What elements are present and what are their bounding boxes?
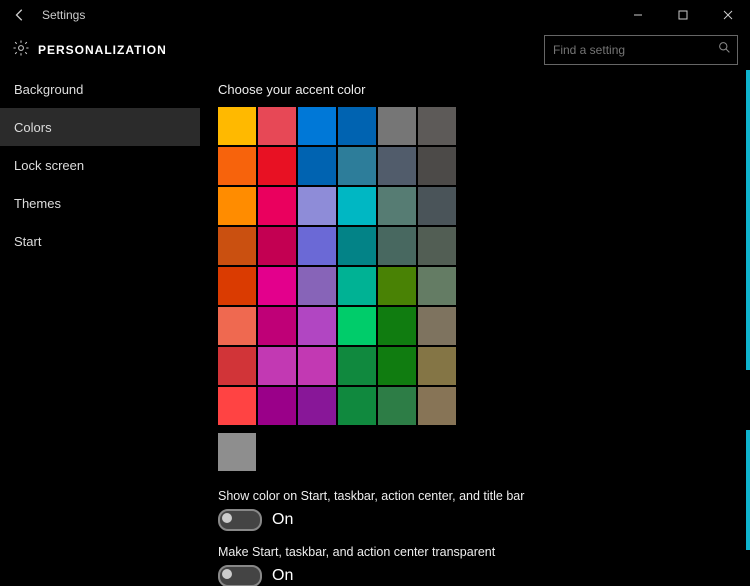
color-swatch[interactable] — [338, 187, 376, 225]
sidebar-item-background[interactable]: Background — [0, 70, 200, 108]
color-swatch[interactable] — [258, 307, 296, 345]
sidebar-item-label: Themes — [14, 196, 61, 211]
window-controls — [615, 0, 750, 30]
color-swatch[interactable] — [418, 267, 456, 305]
color-swatch[interactable] — [378, 187, 416, 225]
color-swatch[interactable] — [418, 107, 456, 145]
sidebar: Background Colors Lock screen Themes Sta… — [0, 70, 200, 586]
color-swatch[interactable] — [378, 267, 416, 305]
color-swatch[interactable] — [338, 347, 376, 385]
toggle-transparency[interactable] — [218, 565, 262, 586]
setting-show-color: Show color on Start, taskbar, action cen… — [218, 489, 730, 531]
color-swatch[interactable] — [298, 267, 336, 305]
color-swatch[interactable] — [298, 227, 336, 265]
scrollbar-accent — [746, 70, 750, 370]
scrollbar-accent — [746, 430, 750, 550]
setting-label: Make Start, taskbar, and action center t… — [218, 545, 730, 559]
color-swatch[interactable] — [218, 187, 256, 225]
color-swatch[interactable] — [338, 267, 376, 305]
sidebar-item-label: Start — [14, 234, 41, 249]
color-swatch[interactable] — [298, 147, 336, 185]
maximize-button[interactable] — [660, 0, 705, 30]
color-swatch[interactable] — [298, 307, 336, 345]
color-swatch[interactable] — [298, 387, 336, 425]
color-swatch[interactable] — [378, 227, 416, 265]
sidebar-item-themes[interactable]: Themes — [0, 184, 200, 222]
main-content: Choose your accent color Show color on S… — [200, 70, 750, 586]
color-swatch[interactable] — [418, 307, 456, 345]
titlebar: Settings — [0, 0, 750, 30]
color-swatch[interactable] — [418, 387, 456, 425]
setting-label: Show color on Start, taskbar, action cen… — [218, 489, 730, 503]
back-button[interactable] — [0, 0, 40, 30]
color-swatch[interactable] — [258, 227, 296, 265]
choose-color-label: Choose your accent color — [218, 82, 730, 97]
header-category: PERSONALIZATION — [38, 43, 167, 57]
search-input[interactable] — [551, 42, 718, 58]
color-swatch[interactable] — [378, 147, 416, 185]
sidebar-item-lock-screen[interactable]: Lock screen — [0, 146, 200, 184]
color-swatch[interactable] — [258, 107, 296, 145]
color-swatch[interactable] — [418, 227, 456, 265]
setting-transparency: Make Start, taskbar, and action center t… — [218, 545, 730, 586]
body: Background Colors Lock screen Themes Sta… — [0, 70, 750, 586]
close-button[interactable] — [705, 0, 750, 30]
color-swatch[interactable] — [258, 347, 296, 385]
search-icon — [718, 41, 731, 59]
color-swatch[interactable] — [258, 147, 296, 185]
color-swatch[interactable] — [258, 187, 296, 225]
color-swatch[interactable] — [338, 107, 376, 145]
color-swatch[interactable] — [218, 267, 256, 305]
color-swatch[interactable] — [258, 267, 296, 305]
color-swatch[interactable] — [218, 347, 256, 385]
color-swatch[interactable] — [218, 387, 256, 425]
gear-icon — [12, 39, 30, 62]
color-swatch[interactable] — [338, 387, 376, 425]
settings-window: { "titlebar": { "title": "Settings" }, "… — [0, 0, 750, 586]
extra-color-row — [218, 433, 730, 471]
sidebar-item-colors[interactable]: Colors — [0, 108, 200, 146]
color-swatch[interactable] — [378, 347, 416, 385]
color-swatch[interactable] — [218, 107, 256, 145]
minimize-button[interactable] — [615, 0, 660, 30]
color-swatch[interactable] — [298, 187, 336, 225]
color-swatch[interactable] — [418, 147, 456, 185]
color-swatch[interactable] — [418, 347, 456, 385]
toggle-show-color[interactable] — [218, 509, 262, 531]
color-swatch[interactable] — [298, 347, 336, 385]
sidebar-item-label: Lock screen — [14, 158, 84, 173]
toggle-state: On — [272, 567, 293, 585]
sidebar-item-start[interactable]: Start — [0, 222, 200, 260]
color-swatch[interactable] — [298, 107, 336, 145]
color-swatch[interactable] — [378, 387, 416, 425]
color-swatch[interactable] — [218, 307, 256, 345]
color-swatch[interactable] — [258, 387, 296, 425]
toggle-state: On — [272, 511, 293, 529]
search-box[interactable] — [544, 35, 738, 65]
color-swatch[interactable] — [218, 227, 256, 265]
sidebar-item-label: Background — [14, 82, 83, 97]
color-swatch[interactable] — [378, 307, 416, 345]
color-swatch[interactable] — [418, 187, 456, 225]
color-swatch[interactable] — [218, 433, 256, 471]
color-swatch[interactable] — [338, 307, 376, 345]
color-swatch-grid — [218, 107, 730, 425]
sidebar-item-label: Colors — [14, 120, 52, 135]
color-swatch[interactable] — [338, 227, 376, 265]
color-swatch[interactable] — [338, 147, 376, 185]
color-swatch[interactable] — [378, 107, 416, 145]
page-header: PERSONALIZATION — [0, 30, 750, 70]
window-title: Settings — [40, 8, 615, 22]
color-swatch[interactable] — [218, 147, 256, 185]
